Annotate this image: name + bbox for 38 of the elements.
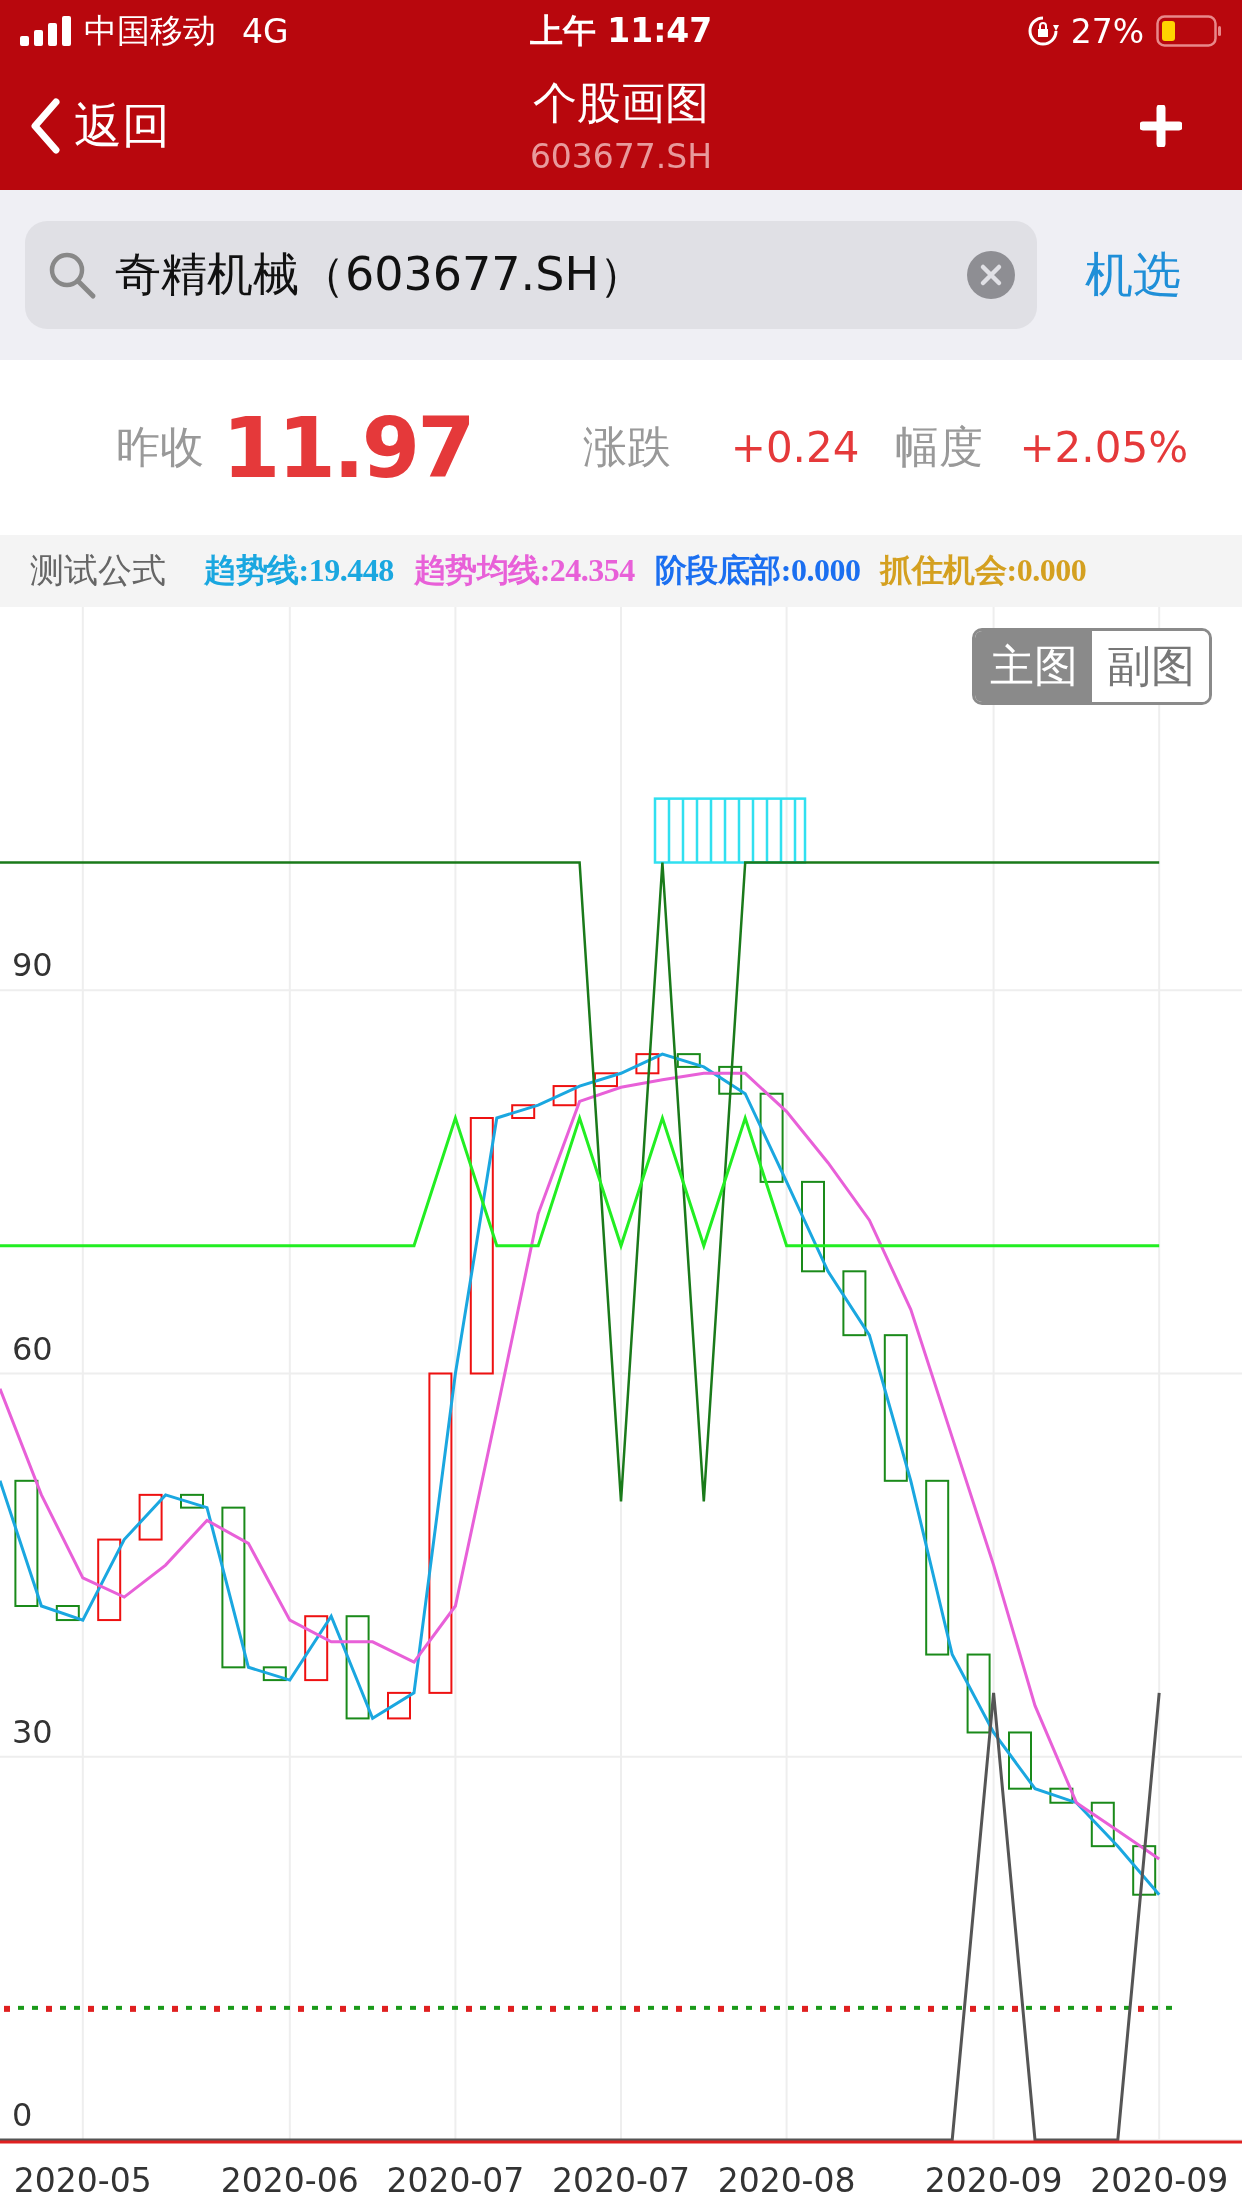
x-axis-label: 2020-06 bbox=[220, 2161, 359, 2200]
carrier-name: 中国移动 bbox=[84, 9, 216, 52]
x-axis-label: 2020-07 bbox=[386, 2161, 525, 2200]
x-axis-label: 2020-09 bbox=[1090, 2161, 1229, 2200]
chart-tab[interactable]: 主图 bbox=[975, 631, 1092, 702]
formula-name: 测试公式 bbox=[30, 549, 166, 592]
pick-button[interactable]: 机选 bbox=[1079, 242, 1187, 308]
battery-icon bbox=[1156, 15, 1222, 47]
x-axis-label: 2020-09 bbox=[924, 2161, 1063, 2200]
search-field[interactable]: 奇精机械（603677.SH） bbox=[25, 221, 1037, 329]
indicator-value: 趋势均线:24.354 bbox=[413, 551, 635, 590]
page-title: 个股画图 bbox=[533, 76, 709, 130]
change-label: 涨跌 bbox=[582, 420, 671, 474]
plus-icon[interactable] bbox=[1140, 105, 1182, 147]
change-value: +0.24 bbox=[730, 423, 860, 472]
x-axis-label: 2020-07 bbox=[552, 2161, 690, 2200]
prev-close-label: 昨收 bbox=[116, 420, 204, 474]
indicator-value: 阶段底部:0.000 bbox=[654, 551, 861, 590]
network-type: 4G bbox=[242, 11, 289, 51]
prev-close-value: 11.97 bbox=[222, 398, 473, 497]
y-axis-label: 90 bbox=[12, 946, 53, 985]
y-axis-label: 0 bbox=[12, 2096, 33, 2134]
chevron-left-icon bbox=[30, 98, 60, 154]
stock-code: 603677.SH bbox=[529, 137, 713, 176]
x-axis-label: 2020-05 bbox=[13, 2161, 152, 2200]
y-axis-label: 60 bbox=[12, 1329, 53, 1368]
indicator-value: 趋势线:19.448 bbox=[204, 551, 394, 590]
range-label: 幅度 bbox=[895, 420, 984, 474]
back-button[interactable]: 返回 bbox=[30, 94, 170, 158]
x-axis-label: 2020-08 bbox=[717, 2161, 856, 2200]
y-axis-label: 30 bbox=[12, 1712, 53, 1751]
battery-percent: 27% bbox=[1070, 11, 1144, 51]
search-icon bbox=[47, 250, 97, 300]
signal-icon bbox=[20, 16, 72, 46]
indicator-value: 抓住机会:0.000 bbox=[880, 551, 1087, 590]
clock-time: 上午 11:47 bbox=[529, 10, 713, 50]
rotation-lock-icon bbox=[1026, 15, 1059, 47]
range-value: +2.05% bbox=[1019, 423, 1189, 472]
